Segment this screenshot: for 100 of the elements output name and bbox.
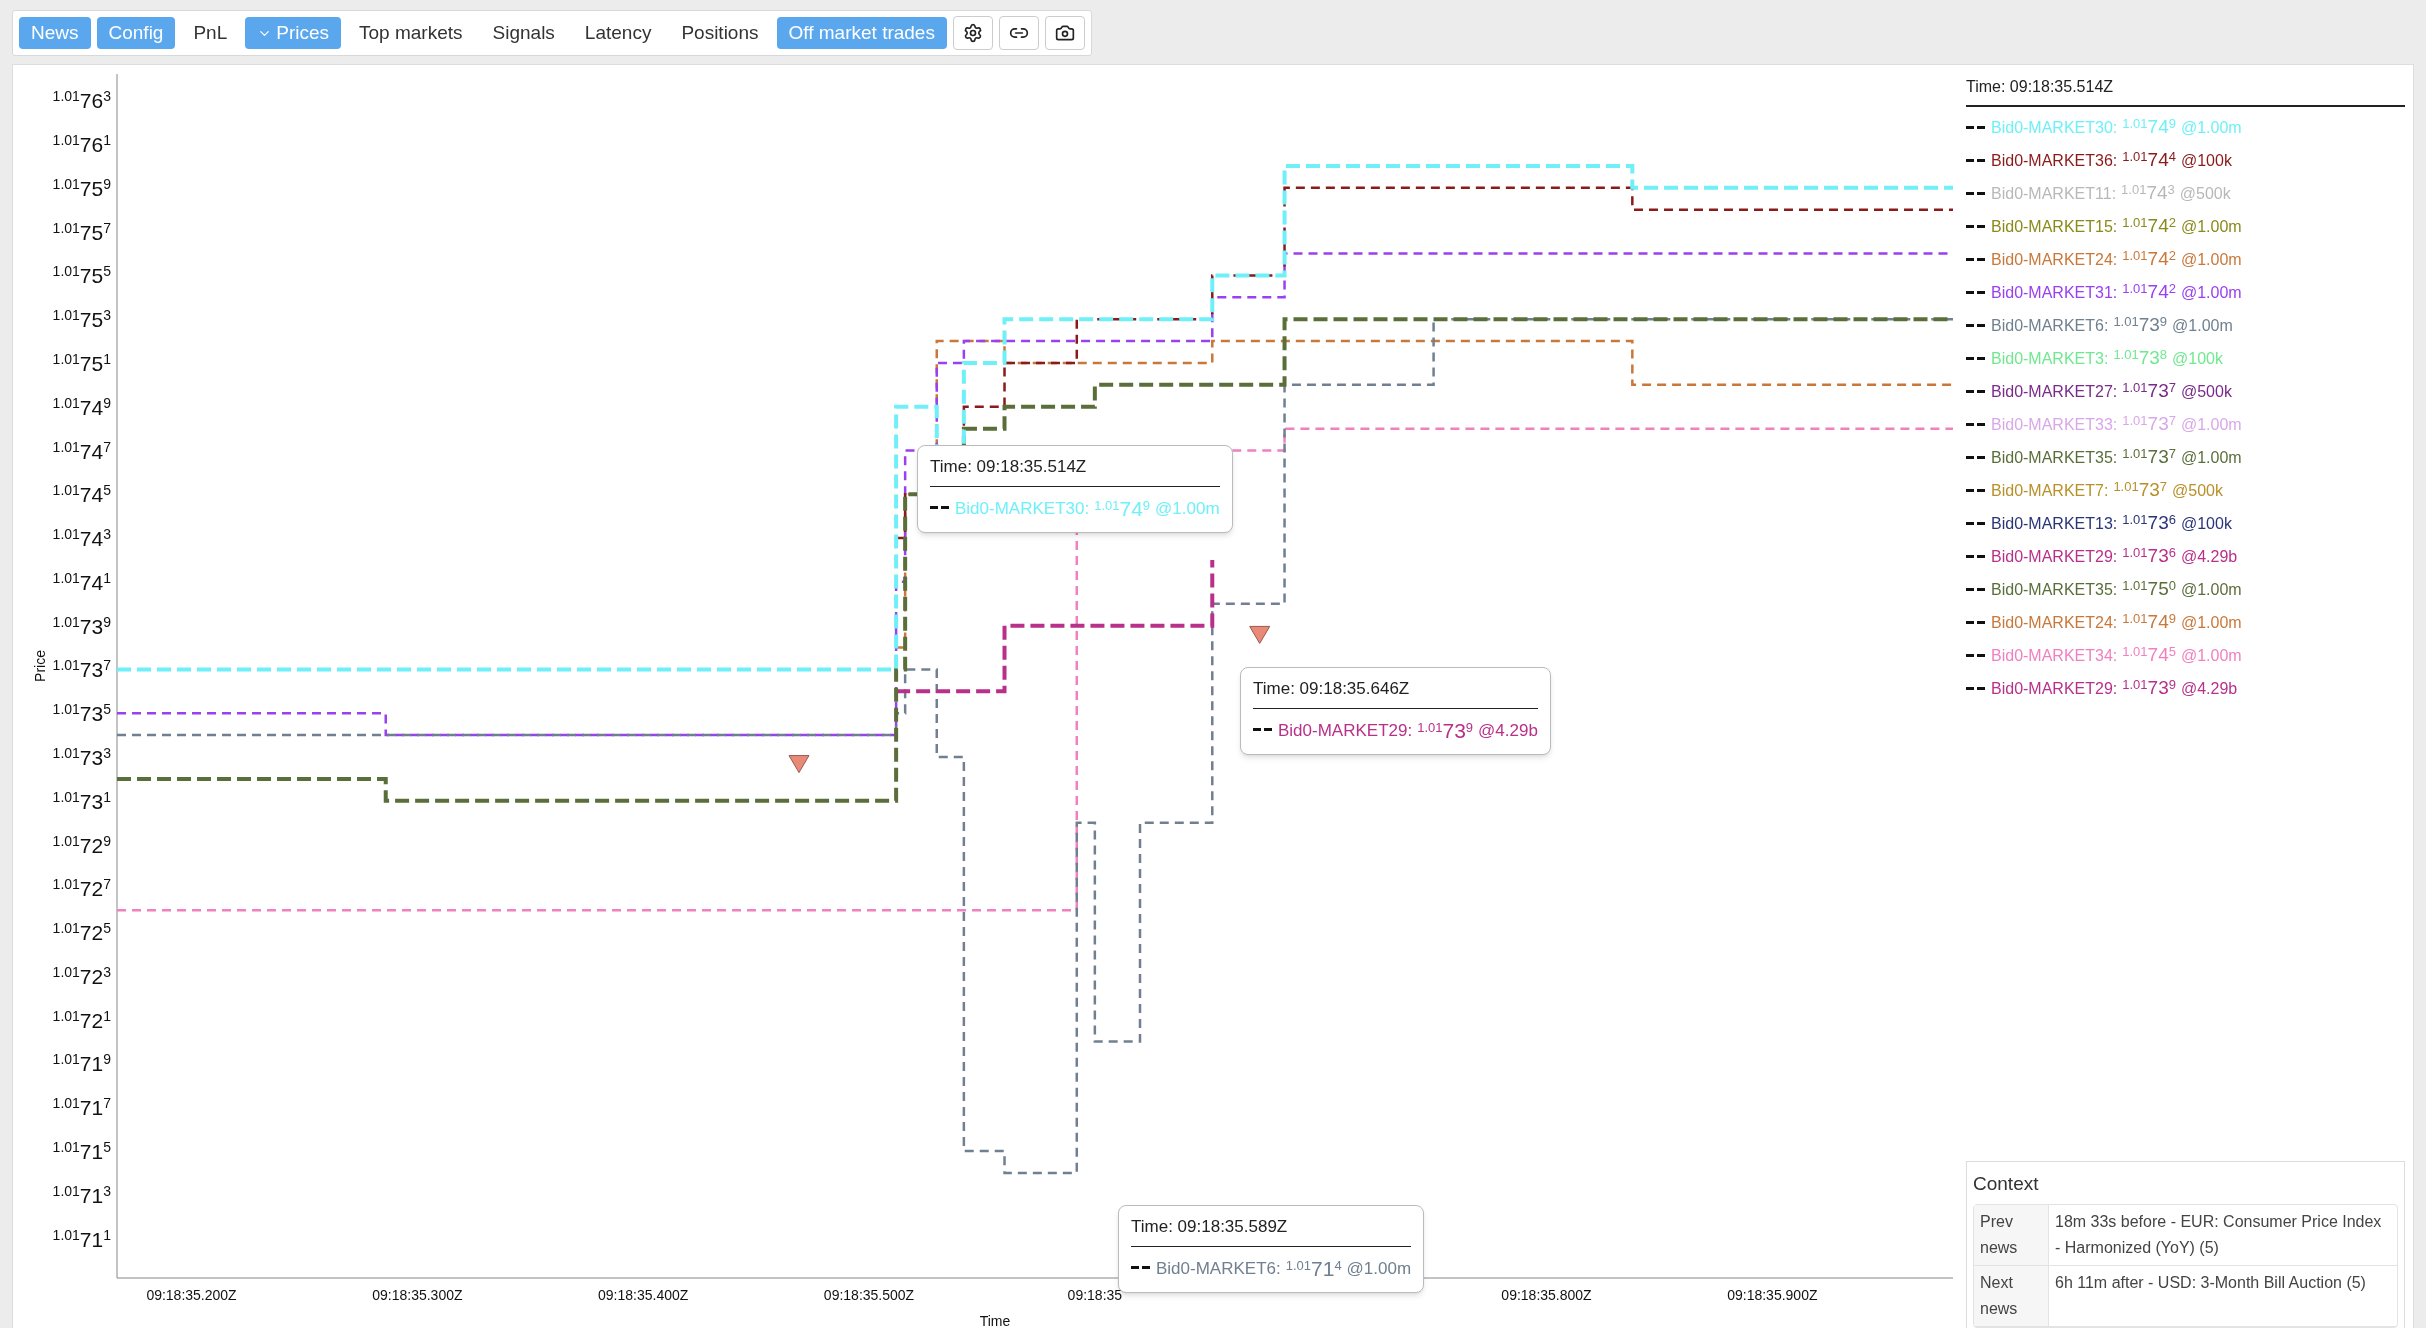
size-value: @100k: [2172, 348, 2223, 369]
size-value: @1.00m: [2180, 612, 2242, 633]
series-name: Bid0-MARKET36:: [1991, 150, 2118, 171]
dashed-line-icon: [1253, 728, 1273, 733]
price-value: $^{1.01}$74$^{2}$: [2122, 248, 2176, 270]
dashed-line-icon: [1966, 389, 1986, 394]
x-tick-label: 09:18:35.800Z: [1501, 1287, 1592, 1303]
y-tick-label: $^{1.01}$72$^{7}$: [52, 876, 111, 901]
series-name: Bid0-MARKET31:: [1991, 282, 2118, 303]
dashed-line-icon: [1966, 554, 1986, 559]
price-value: $^{1.01}$73$^{8}$: [2113, 347, 2168, 369]
price-value: $^{1.01}$74$^{9}$: [2122, 611, 2176, 633]
size-value: @1.00m: [2180, 249, 2242, 270]
camera-button[interactable]: [1044, 16, 1085, 50]
trade-marker-icon: [788, 755, 810, 774]
trade-marker-icon: [1249, 625, 1271, 644]
series-name: Bid0-MARKET6:: [1156, 1257, 1281, 1280]
price-value: $^{1.01}$73$^{9}$: [1417, 718, 1474, 742]
series-name: Bid0-MARKET29:: [1991, 678, 2118, 699]
x-tick-label: 09:18:35.300Z: [372, 1287, 463, 1303]
dashed-line-icon: [1966, 356, 1986, 361]
tooltip-time: Time: 09:18:35.646Z: [1253, 676, 1538, 709]
series-name: Bid0-MARKET35:: [1991, 579, 2118, 600]
y-tick-label: $^{1.01}$73$^{7}$: [52, 657, 111, 682]
price-value: $^{1.01}$73$^{9}$: [2122, 677, 2176, 699]
context-title: Context: [1973, 1171, 2040, 1196]
x-tick-label: 09:18:35.400Z: [598, 1287, 689, 1303]
legend-time: Time: 09:18:35.514Z: [1966, 75, 2405, 107]
y-tick-label: $^{1.01}$71$^{9}$: [52, 1051, 111, 1076]
size-value: @500k: [2180, 381, 2232, 402]
price-value: $^{1.01}$75$^{0}$: [2122, 578, 2176, 600]
size-value: @4.29b: [1478, 719, 1538, 742]
dashed-line-icon: [1966, 521, 1986, 526]
y-tick-label: $^{1.01}$75$^{3}$: [52, 307, 111, 332]
size-value: @4.29b: [2180, 678, 2238, 699]
y-tick-label: $^{1.01}$72$^{5}$: [52, 920, 111, 945]
toolbar-tab[interactable]: Latency: [572, 17, 664, 49]
y-tick-label: $^{1.01}$74$^{9}$: [52, 394, 111, 419]
link-button[interactable]: [998, 16, 1039, 50]
y-tick-label: $^{1.01}$75$^{7}$: [52, 219, 111, 244]
y-tick-label: $^{1.01}$74$^{3}$: [52, 526, 111, 551]
series-name: Bid0-MARKET33:: [1991, 414, 2118, 435]
dashed-line-icon: [1966, 323, 1986, 328]
series-name: Bid0-MARKET15:: [1991, 216, 2118, 237]
y-tick-label: $^{1.01}$71$^{1}$: [52, 1226, 111, 1251]
price-value: $^{1.01}$74$^{3}$: [2121, 182, 2175, 204]
y-tick-label: $^{1.01}$75$^{5}$: [52, 263, 111, 288]
size-value: @500k: [2179, 183, 2231, 204]
size-value: @1.00m: [2180, 282, 2242, 303]
x-axis-title: Time: [979, 1313, 1011, 1328]
size-value: @1.00m: [2180, 216, 2242, 237]
y-tick-label: $^{1.01}$76$^{1}$: [52, 132, 111, 157]
series-name: Bid0-MARKET30:: [1991, 117, 2118, 138]
price-value: $^{1.01}$73$^{7}$: [2113, 479, 2168, 501]
dashed-line-icon: [1131, 1266, 1151, 1271]
dashed-line-icon: [1966, 257, 1986, 262]
x-tick-label: 09:18:35.500Z: [823, 1287, 915, 1303]
series-name: Bid0-MARKET11:: [1991, 183, 2117, 204]
y-tick-label: $^{1.01}$71$^{3}$: [52, 1182, 111, 1207]
price-value: $^{1.01}$74$^{2}$: [2122, 215, 2176, 237]
settings-button[interactable]: [952, 16, 993, 50]
price-value: $^{1.01}$74$^{2}$: [2122, 281, 2176, 303]
series-name: Bid0-MARKET27:: [1991, 381, 2118, 402]
size-value: @1.00m: [2180, 579, 2242, 600]
series-name: Bid0-MARKET29:: [1278, 719, 1413, 742]
dashed-line-icon: [1966, 224, 1986, 229]
size-value: @4.29b: [2180, 546, 2238, 567]
toolbar-tab[interactable]: Signals: [480, 17, 567, 49]
size-value: @1.00m: [2180, 645, 2242, 666]
price-value: $^{1.01}$73$^{7}$: [2122, 380, 2176, 402]
y-tick-label: $^{1.01}$75$^{1}$: [52, 350, 111, 375]
context-value: 18m 33s before - EUR: Consumer Price Index - Harmonized (YoY) (5): [2054, 1212, 2383, 1258]
y-tick-label: $^{1.01}$73$^{5}$: [52, 701, 111, 726]
y-tick-label: $^{1.01}$72$^{9}$: [52, 832, 111, 857]
price-value: $^{1.01}$73$^{7}$: [2122, 446, 2176, 468]
toolbar-tab[interactable]: Positions: [669, 17, 771, 49]
dashed-line-icon: [1966, 620, 1986, 625]
toolbar-tab[interactable]: Top markets: [347, 17, 475, 49]
series-name: Bid0-MARKET34:: [1991, 645, 2118, 666]
settings-icon: [962, 23, 983, 43]
series-name: Bid0-MARKET7:: [1991, 480, 2109, 501]
price-value: $^{1.01}$73$^{7}$: [2122, 413, 2176, 435]
series-name: Bid0-MARKET35:: [1991, 447, 2118, 468]
y-tick-label: $^{1.01}$73$^{9}$: [52, 613, 111, 638]
dashed-line-icon: [1966, 653, 1986, 658]
price-value: $^{1.01}$74$^{4}$: [2122, 149, 2176, 171]
series-name: Bid0-MARKET3:: [1991, 348, 2109, 369]
toolbar-tab[interactable]: PnL: [181, 17, 240, 49]
price-value: $^{1.01}$74$^{5}$: [2122, 644, 2176, 666]
y-tick-label: $^{1.01}$73$^{3}$: [52, 745, 111, 769]
camera-icon: [1054, 23, 1075, 43]
size-value: @100k: [2180, 513, 2232, 534]
size-value: @1.00m: [1155, 497, 1220, 520]
tooltip-time: Time: 09:18:35.589Z: [1131, 1214, 1412, 1247]
dashed-line-icon: [1966, 455, 1986, 460]
dashed-line-icon: [930, 506, 950, 511]
price-value: $^{1.01}$74$^{9}$: [1094, 496, 1151, 520]
y-tick-label: $^{1.01}$74$^{7}$: [52, 438, 111, 463]
size-value: @100k: [2180, 150, 2232, 171]
tooltip-time: Time: 09:18:35.514Z: [930, 454, 1220, 487]
